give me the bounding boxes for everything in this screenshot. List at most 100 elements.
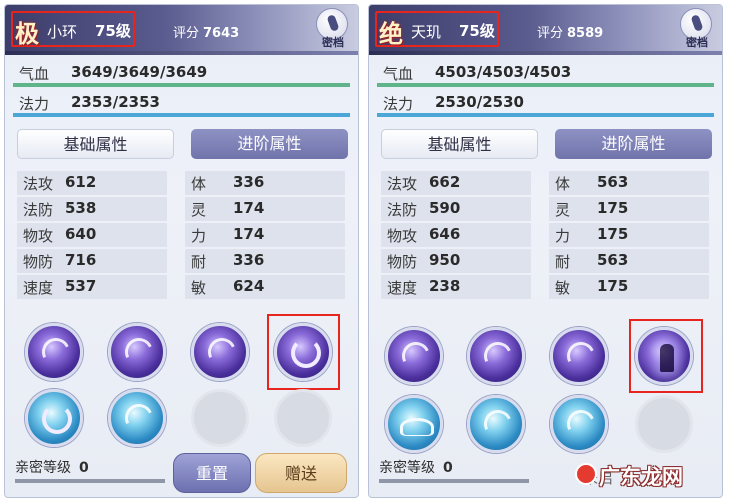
mp-value: 2353/2353	[71, 93, 160, 111]
attribute-value: 175	[597, 199, 629, 217]
purple-vortex-skill-icon[interactable]	[108, 323, 166, 381]
archive-button[interactable]: 密档	[678, 8, 714, 50]
attribute-value: 590	[429, 199, 461, 217]
character-panel-left: 极 小环 75级 评分 7643 密档 气血 3649/3649/3649 法力 …	[4, 4, 359, 498]
attribute-name: 力	[555, 227, 571, 245]
attribute-name: 物攻	[23, 227, 54, 245]
skill-glyph	[480, 338, 516, 374]
skill-glyph	[563, 406, 599, 442]
mp-bar-fill	[13, 113, 350, 117]
gift-button[interactable]: 赠送	[255, 453, 347, 493]
attribute-row: 物攻 640	[17, 223, 167, 247]
hp-bar-fill	[377, 83, 714, 87]
attribute-row: 敏 624	[185, 275, 345, 299]
character-level: 75级	[95, 22, 131, 40]
attribute-row: 力 175	[549, 223, 709, 247]
tab-advanced-attributes[interactable]: 进阶属性	[555, 129, 712, 159]
purple-vortex-skill-icon[interactable]	[467, 327, 525, 385]
score-value: 7643	[203, 26, 240, 41]
attribute-value: 175	[597, 225, 629, 243]
attribute-name: 耐	[191, 253, 207, 271]
character-level: 75级	[459, 22, 495, 40]
blue-vortex-skill-icon[interactable]	[467, 395, 525, 453]
blue-dragon-skill-icon[interactable]	[108, 389, 166, 447]
attribute-value: 563	[597, 173, 629, 191]
attribute-name: 体	[191, 175, 207, 193]
crescent-moon-skill-icon[interactable]	[274, 323, 332, 381]
character-name: 小环	[47, 23, 78, 41]
blue-dragon-skill-icon[interactable]	[550, 395, 608, 453]
attribute-name: 灵	[555, 201, 571, 219]
intimacy-bar	[15, 479, 165, 483]
attribute-value: 174	[233, 199, 265, 217]
school-emblem: 极	[15, 19, 39, 48]
empty-slot[interactable]	[274, 389, 332, 447]
attribute-value: 238	[429, 277, 461, 295]
skill-glyph	[121, 400, 157, 436]
skill-glyph	[398, 338, 434, 374]
attribute-row: 法防 538	[17, 197, 167, 221]
shadow-figure-skill-icon[interactable]	[635, 327, 693, 385]
empty-slot[interactable]	[191, 389, 249, 447]
purple-wave-skill-icon[interactable]	[191, 323, 249, 381]
archive-label: 密档	[686, 36, 708, 49]
lotus-skill-icon[interactable]	[385, 395, 443, 453]
attribute-row: 物防 950	[381, 249, 531, 273]
intimacy-bar	[379, 479, 529, 483]
attribute-value: 612	[65, 173, 97, 191]
attribute-row: 敏 175	[549, 275, 709, 299]
attribute-value: 175	[597, 277, 629, 295]
mp-bar-fill	[377, 113, 714, 117]
purple-swirl-skill-icon[interactable]	[25, 323, 83, 381]
attribute-value: 716	[65, 251, 97, 269]
blue-moon-skill-icon[interactable]	[25, 389, 83, 447]
archive-button[interactable]: 密档	[314, 8, 350, 50]
mp-label: 法力	[19, 95, 50, 113]
hp-row: 气血 4503/4503/4503	[377, 61, 714, 87]
attribute-value: 537	[65, 277, 97, 295]
character-name: 天玑	[411, 23, 442, 41]
attribute-row: 法攻 612	[17, 171, 167, 195]
archive-label: 密档	[322, 36, 344, 49]
attribute-value: 336	[233, 251, 265, 269]
score-value: 8589	[567, 26, 604, 41]
score: 评分 8589	[537, 22, 603, 41]
score: 评分 7643	[173, 22, 239, 41]
tab-advanced-attributes[interactable]: 进阶属性	[191, 129, 348, 159]
name-badge: 极 小环 75级	[11, 11, 135, 48]
header-bar: 极 小环 75级 评分 7643 密档	[5, 5, 358, 55]
mp-value: 2530/2530	[435, 93, 524, 111]
attribute-row: 体 563	[549, 171, 709, 195]
score-label: 评分	[537, 26, 564, 41]
hp-label: 气血	[383, 65, 414, 83]
attribute-name: 物防	[23, 253, 54, 271]
tab-basic-attributes[interactable]: 基础属性	[17, 129, 174, 159]
skill-glyph	[291, 338, 321, 368]
attribute-name: 物防	[387, 253, 418, 271]
purple-swirl-skill-icon[interactable]	[385, 327, 443, 385]
skill-glyph	[121, 334, 157, 370]
school-emblem: 绝	[379, 19, 403, 48]
attribute-name: 耐	[555, 253, 571, 271]
attribute-name: 法防	[387, 201, 418, 219]
tab-basic-attributes[interactable]: 基础属性	[381, 129, 538, 159]
header-bar: 绝 天玑 75级 评分 8589 密档	[369, 5, 722, 55]
character-panel-right: 绝 天玑 75级 评分 8589 密档 气血 4503/4503/4503 法力 …	[368, 4, 723, 498]
attribute-row: 速度 238	[381, 275, 531, 299]
attribute-value: 646	[429, 225, 461, 243]
score-label: 评分	[173, 26, 200, 41]
attribute-row: 物防 716	[17, 249, 167, 273]
intimacy-label: 亲密等级	[379, 460, 435, 476]
hp-bar-fill	[13, 83, 350, 87]
attribute-name: 体	[555, 175, 571, 193]
purple-wave-skill-icon[interactable]	[550, 327, 608, 385]
empty-slot[interactable]	[635, 395, 693, 453]
attribute-row: 法防 590	[381, 197, 531, 221]
mp-row: 法力 2353/2353	[13, 91, 350, 117]
intimacy-value: 0	[79, 460, 89, 476]
intimacy-value: 0	[443, 460, 453, 476]
reset-button[interactable]: 重置	[173, 453, 251, 493]
name-badge: 绝 天玑 75级	[375, 11, 499, 48]
hp-value: 3649/3649/3649	[71, 63, 208, 81]
attribute-name: 法防	[23, 201, 54, 219]
